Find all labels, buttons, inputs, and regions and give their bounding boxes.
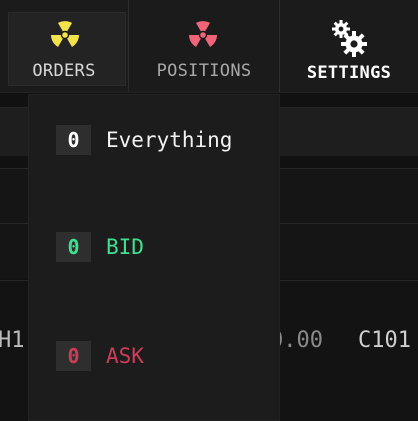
top-nav: ORDERS POSITIONS SETTINGS — [0, 0, 418, 93]
orders-tab[interactable]: ORDERS — [0, 0, 129, 92]
close-price-label: C101 — [358, 328, 411, 353]
high-price-label: H1 — [0, 328, 25, 353]
orders-filter-dropdown: 0 Everything 0 BID 0 ASK — [29, 95, 279, 420]
positions-tab[interactable]: POSITIONS — [129, 0, 280, 92]
settings-tab[interactable]: SETTINGS — [280, 0, 418, 92]
filter-option-everything[interactable]: 0 Everything — [56, 125, 232, 155]
radiation-icon — [50, 18, 80, 56]
positions-tab-label: POSITIONS — [156, 61, 252, 81]
count-badge: 0 — [56, 125, 91, 155]
count-badge: 0 — [56, 341, 91, 371]
radiation-icon — [188, 18, 218, 56]
count-badge: 0 — [56, 232, 91, 262]
filter-option-ask[interactable]: 0 ASK — [56, 341, 144, 371]
option-label: BID — [106, 235, 144, 259]
gears-icon — [330, 18, 368, 62]
orders-tab-label: ORDERS — [32, 61, 96, 81]
option-label: Everything — [106, 128, 233, 152]
filter-option-bid[interactable]: 0 BID — [56, 232, 144, 262]
settings-tab-label: SETTINGS — [306, 63, 392, 83]
option-label: ASK — [106, 344, 144, 368]
